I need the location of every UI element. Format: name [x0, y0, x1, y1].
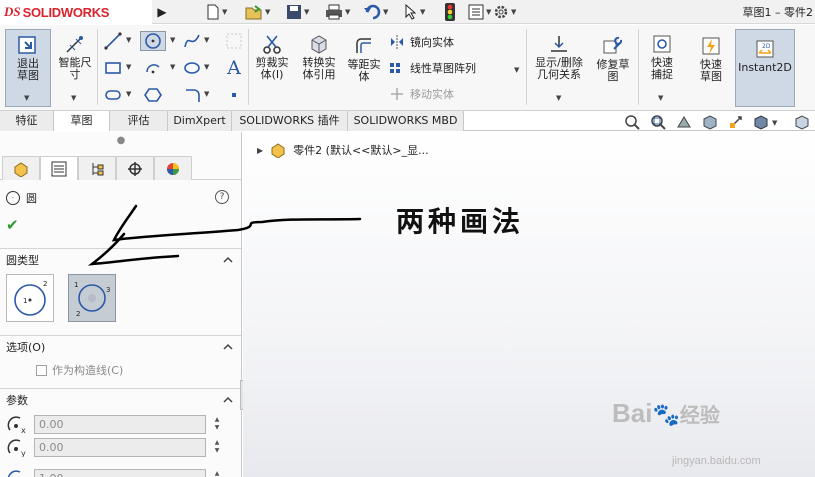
watermark-url: jingyan.baidu.com — [672, 455, 761, 467]
paw-icon: 🐾 — [652, 402, 680, 427]
annotation-text: 两种画法 — [396, 205, 525, 238]
watermark-brand: Bai — [612, 398, 653, 428]
baidu-watermark: Bai🐾经验 — [612, 398, 720, 429]
watermark-brand-2: 经验 — [679, 403, 720, 427]
